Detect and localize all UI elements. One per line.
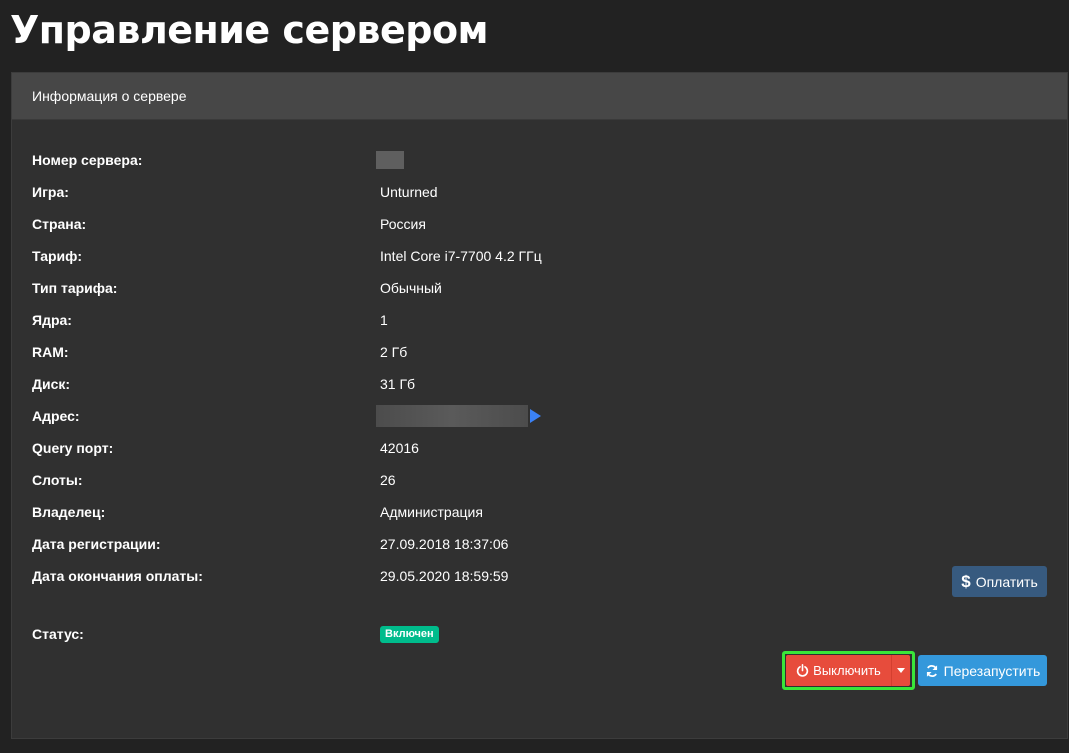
registration-date-value: 27.09.2018 18:37:06 — [380, 536, 509, 552]
panel-heading: Информация о сервере — [12, 73, 1067, 120]
query-port-value: 42016 — [380, 440, 419, 456]
row-server-number: Номер сервера: — [32, 150, 404, 170]
ram-value: 2 Гб — [380, 344, 408, 360]
registration-date-label: Дата регистрации: — [32, 536, 161, 552]
server-number-label: Номер сервера: — [32, 152, 143, 168]
cores-label: Ядра: — [32, 312, 72, 328]
refresh-icon — [925, 664, 939, 678]
power-off-button-label: Выключить — [813, 663, 881, 678]
address-value-masked[interactable] — [376, 405, 528, 427]
row-owner: Владелец: Администрация — [32, 502, 483, 522]
row-ram: RAM: 2 Гб — [32, 342, 407, 362]
row-tariff-type: Тип тарифа: Обычный — [32, 278, 442, 298]
row-query-port: Query порт: 42016 — [32, 438, 419, 458]
row-cores: Ядра: 1 — [32, 310, 388, 330]
query-port-label: Query порт: — [32, 440, 114, 456]
server-info-panel: Информация о сервере Номер сервера: Игра… — [11, 72, 1068, 739]
row-slots: Слоты: 26 — [32, 470, 396, 490]
dollar-icon: $ — [961, 571, 971, 591]
power-off-button[interactable]: Выключить — [786, 655, 891, 686]
status-label: Статус: — [32, 626, 84, 642]
power-off-button-group: Выключить — [782, 651, 915, 690]
cores-value: 1 — [380, 312, 388, 328]
game-label: Игра: — [32, 184, 69, 200]
slots-value: 26 — [380, 472, 396, 488]
power-off-dropdown-toggle[interactable] — [891, 655, 910, 686]
country-value: Россия — [380, 216, 426, 232]
row-registration-date: Дата регистрации: 27.09.2018 18:37:06 — [32, 534, 508, 554]
restart-button[interactable]: Перезапустить — [918, 655, 1047, 686]
disk-value: 31 Гб — [380, 376, 416, 392]
owner-value: Администрация — [380, 504, 483, 520]
row-payment-end-date: Дата окончания оплаты: 29.05.2020 18:59:… — [32, 566, 508, 586]
play-icon[interactable] — [530, 409, 541, 423]
restart-button-label: Перезапустить — [943, 662, 1041, 679]
row-tariff: Тариф: Intel Core i7-7700 4.2 ГГц — [32, 246, 542, 266]
tariff-value: Intel Core i7-7700 4.2 ГГц — [380, 248, 542, 264]
payment-end-date-label: Дата окончания оплаты: — [32, 568, 203, 584]
row-status: Статус: Включен — [32, 624, 439, 644]
country-label: Страна: — [32, 216, 87, 232]
tariff-type-value: Обычный — [380, 280, 442, 296]
row-disk: Диск: 31 Гб — [32, 374, 415, 394]
pay-button-label: Оплатить — [975, 573, 1038, 590]
address-label: Адрес: — [32, 408, 80, 424]
owner-label: Владелец: — [32, 504, 106, 520]
game-value: Unturned — [380, 184, 438, 200]
tariff-label: Тариф: — [32, 248, 83, 264]
chevron-down-icon — [897, 668, 905, 673]
power-icon — [796, 664, 809, 677]
page-title: Управление сервером — [10, 8, 489, 52]
status-badge: Включен — [380, 625, 439, 643]
row-country: Страна: Россия — [32, 214, 426, 234]
server-number-value-masked — [376, 151, 404, 169]
disk-label: Диск: — [32, 376, 71, 392]
row-game: Игра: Unturned — [32, 182, 438, 202]
panel-heading-text: Информация о сервере — [32, 88, 187, 104]
pay-button[interactable]: $ Оплатить — [952, 566, 1047, 597]
payment-end-date-value: 29.05.2020 18:59:59 — [380, 568, 509, 584]
ram-label: RAM: — [32, 344, 69, 360]
tariff-type-label: Тип тарифа: — [32, 280, 118, 296]
row-address: Адрес: — [32, 405, 541, 427]
slots-label: Слоты: — [32, 472, 83, 488]
